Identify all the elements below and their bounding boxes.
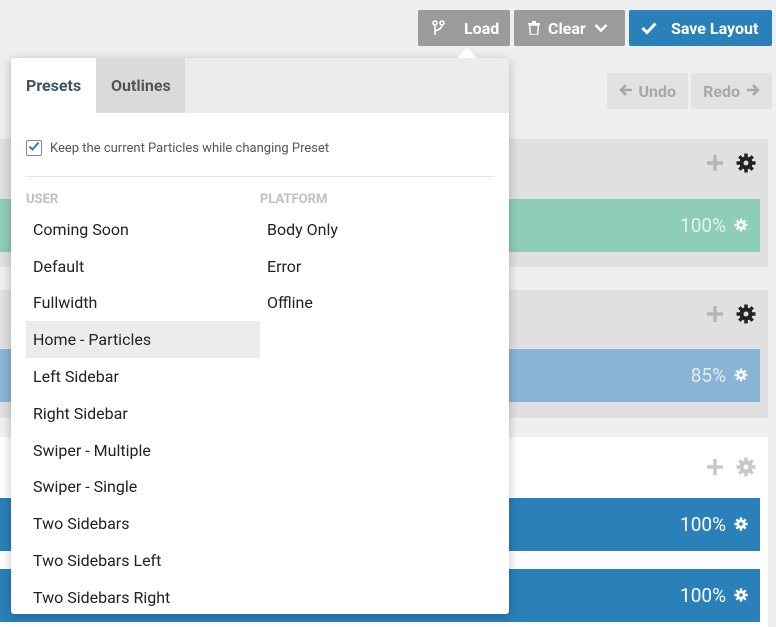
plus-icon[interactable] [706, 154, 724, 176]
preset-item[interactable]: Two Sidebars Right [26, 579, 260, 616]
gear-icon[interactable] [736, 457, 756, 481]
section-actions [706, 457, 756, 481]
save-layout-button[interactable]: Save Layout [629, 10, 772, 46]
arrow-left-icon [618, 82, 633, 101]
preset-item[interactable]: Offline [260, 285, 494, 322]
gear-icon[interactable] [736, 304, 756, 328]
platform-presets-column: PLATFORM Body Only Error Offline [260, 189, 494, 616]
plus-icon[interactable] [706, 458, 724, 480]
preset-item[interactable]: Right Sidebar [26, 395, 260, 432]
bar-percent: 85% [690, 364, 726, 387]
bar-percent: 100% [680, 513, 726, 536]
check-icon [28, 141, 40, 156]
tab-presets[interactable]: Presets [11, 58, 96, 113]
arrow-right-icon [746, 82, 760, 101]
load-label: Load [464, 18, 500, 38]
clear-label: Clear [548, 18, 586, 38]
tab-outlines[interactable]: Outlines [96, 58, 185, 113]
gear-icon[interactable] [734, 364, 748, 387]
preset-item-highlighted[interactable]: Home - Particles [26, 321, 260, 359]
redo-label: Redo [703, 81, 740, 101]
gear-icon[interactable] [734, 513, 748, 536]
keep-particles-checkbox[interactable] [26, 140, 42, 156]
preset-item[interactable]: Two Sidebars Left [26, 542, 260, 579]
keep-particles-option[interactable]: Keep the current Particles while changin… [11, 113, 509, 163]
preset-item[interactable]: Error [260, 248, 494, 285]
user-presets-column: USER Coming Soon Default Fullwidth Home … [26, 189, 260, 616]
preset-item[interactable]: Fullwidth [26, 285, 260, 322]
preset-item[interactable]: Left Sidebar [26, 358, 260, 395]
chevron-down-icon [594, 23, 608, 33]
load-presets-dropdown: Presets Outlines Keep the current Partic… [11, 48, 509, 616]
preset-columns: USER Coming Soon Default Fullwidth Home … [11, 177, 509, 616]
platform-heading: PLATFORM [260, 192, 328, 207]
dropdown-tabs: Presets Outlines [11, 58, 509, 113]
load-button[interactable]: Load [418, 10, 510, 46]
undo-button[interactable]: Undo [606, 73, 689, 109]
clear-button[interactable]: Clear [514, 10, 625, 46]
undo-label: Undo [638, 81, 677, 101]
gear-icon[interactable] [734, 214, 748, 237]
tabs-filler [185, 58, 509, 113]
top-toolbar: Load Clear Save Layout [418, 10, 772, 46]
preset-item[interactable]: Coming Soon [26, 211, 260, 248]
trash-icon [528, 21, 540, 35]
plus-icon[interactable] [706, 305, 724, 327]
history-controls: Undo Redo [606, 73, 772, 109]
preset-item[interactable]: Swiper - Multiple [26, 432, 260, 469]
check-icon [641, 21, 657, 35]
bar-percent: 100% [680, 584, 726, 607]
preset-item[interactable]: Body Only [260, 211, 494, 248]
section-actions [706, 304, 756, 328]
keep-particles-label: Keep the current Particles while changin… [50, 140, 330, 156]
bar-percent: 100% [680, 214, 726, 237]
preset-item[interactable]: Default [26, 248, 260, 285]
preset-item[interactable]: Two Sidebars [26, 505, 260, 542]
gear-icon[interactable] [734, 584, 748, 607]
gear-icon[interactable] [736, 153, 756, 177]
preset-item[interactable]: Swiper - Single [26, 469, 260, 506]
branch-icon [432, 20, 446, 36]
user-heading: USER [26, 192, 59, 207]
save-layout-label: Save Layout [671, 18, 759, 38]
section-actions [706, 153, 756, 177]
redo-button[interactable]: Redo [691, 73, 772, 109]
